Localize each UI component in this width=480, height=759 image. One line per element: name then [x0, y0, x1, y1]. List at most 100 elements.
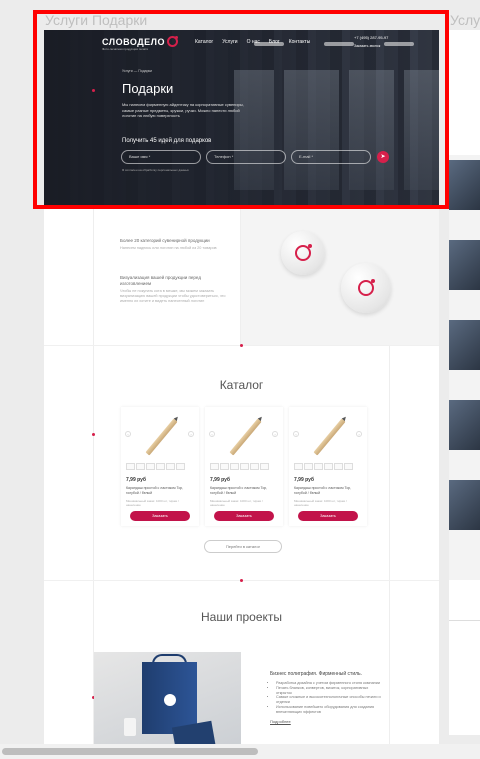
hero-background-image [404, 70, 439, 190]
logo-mark-icon [166, 36, 178, 47]
color-swatch[interactable] [304, 463, 313, 470]
hero-section: СЛОВОДЕЛО Фото‑печатная продукция печати… [44, 30, 439, 205]
artboard-services-gifts[interactable]: СЛОВОДЕЛО Фото‑печатная продукция печати… [44, 30, 439, 759]
project-bullets: Разработка дизайна с учетом фирменного с… [270, 681, 385, 715]
hero-background-image [284, 70, 339, 190]
artboard-title: Услуги Подарки [45, 12, 148, 28]
product-name[interactable]: Карандаш простой с ластиком Тор, голубой… [210, 486, 278, 495]
chevron-left-icon[interactable]: ‹ [209, 431, 215, 437]
list-item: Самые сложные и высокотехнологичные спос… [276, 695, 385, 705]
pencil-image [313, 418, 346, 456]
top-navigation: СЛОВОДЕЛО Фото‑печатная продукция печати… [44, 30, 439, 55]
color-swatches [294, 463, 353, 470]
email-input[interactable]: E-mail * [291, 150, 371, 164]
callback-link[interactable]: Заказать звонок [354, 44, 388, 48]
color-swatch[interactable] [260, 463, 269, 470]
nav-item-catalog[interactable]: Каталог [195, 39, 213, 45]
color-swatch[interactable] [344, 463, 353, 470]
arrow-right-icon: ➤ [380, 154, 386, 160]
page-title: Подарки [122, 81, 174, 96]
product-meta: Минимальный заказ: 1000 шт, тираж / нане… [126, 499, 179, 507]
pencil-image [229, 418, 262, 456]
more-link[interactable]: Подробнее [270, 719, 385, 724]
chevron-right-icon[interactable]: › [188, 431, 194, 437]
decor-dot [92, 433, 95, 436]
product-card[interactable]: ‹ › 7,99 руб Карандаш простой с ластиком… [121, 407, 199, 526]
color-swatch[interactable] [240, 463, 249, 470]
color-swatch[interactable] [156, 463, 165, 470]
logo-text: СЛОВОДЕЛО [102, 36, 165, 47]
project-description: Бизнес полиграфия. Фирменный стиль. Разр… [270, 671, 385, 724]
product-meta: Минимальный заказ: 1000 шт, тираж / нане… [294, 499, 347, 507]
nav-item-blog[interactable]: Блог [269, 39, 280, 45]
color-swatch[interactable] [250, 463, 259, 470]
product-meta: Минимальный заказ: 1000 шт, тираж / нане… [210, 499, 263, 507]
scrollbar-thumb[interactable] [2, 748, 258, 755]
color-swatch[interactable] [230, 463, 239, 470]
feature-text: Нанесем надпись или логотип на любой из … [120, 246, 217, 250]
name-input[interactable]: Ваше имя * [121, 150, 201, 164]
nav-item-about[interactable]: О нас [247, 39, 260, 45]
design-canvas: Услуги Подарки Услуги СЛОВОДЕЛО Фото‑ [0, 0, 480, 759]
nav-item-contacts[interactable]: Контакты [289, 39, 311, 45]
product-price: 7,99 руб [294, 477, 314, 483]
brand-logo-icon [164, 694, 176, 706]
product-card[interactable]: ‹ › 7,99 руб Карандаш простой с ластиком… [205, 407, 283, 526]
mug-image [281, 231, 325, 275]
lead-form-title: Получить 45 идей для подарков [122, 138, 212, 144]
header-contacts: +7 (495) 287-95-97 Заказать звонок [354, 35, 388, 48]
site-logo[interactable]: СЛОВОДЕЛО [102, 36, 178, 47]
color-swatch[interactable] [210, 463, 219, 470]
artboard2-photo [449, 240, 480, 290]
color-swatch[interactable] [294, 463, 303, 470]
phone-input[interactable]: Телефон * [206, 150, 286, 164]
cup-image [124, 718, 136, 736]
header-phone[interactable]: +7 (495) 287-95-97 [354, 35, 388, 40]
color-swatch[interactable] [136, 463, 145, 470]
color-swatch[interactable] [334, 463, 343, 470]
submit-button[interactable]: ➤ [377, 151, 389, 163]
order-button[interactable]: Заказать [130, 511, 190, 521]
color-swatch[interactable] [220, 463, 229, 470]
color-swatches [210, 463, 269, 470]
feature-title: Визуализация вашей продукции перед изгот… [120, 275, 201, 286]
color-swatches [126, 463, 185, 470]
product-card[interactable]: ‹ › 7,99 руб Карандаш простой с ластиком… [289, 407, 367, 526]
feature-text: Чтобы не покупать кота в мешке, мы можем… [120, 289, 226, 303]
consent-text[interactable]: Я согласен на обработку персональных дан… [122, 168, 189, 172]
artboard-services-2 [449, 30, 480, 735]
color-swatch[interactable] [146, 463, 155, 470]
project-image[interactable] [94, 652, 241, 759]
hero-description: Мы нанесем фирменную айдентику на корпор… [122, 102, 244, 118]
color-swatch[interactable] [166, 463, 175, 470]
brand-logo-icon [295, 244, 312, 261]
pencil-image [145, 418, 178, 456]
product-name[interactable]: Карандаш простой с ластиком Тор, голубой… [126, 486, 194, 495]
order-button[interactable]: Заказать [214, 511, 274, 521]
logo-subtitle: Фото‑печатная продукция печати [102, 47, 149, 51]
color-swatch[interactable] [126, 463, 135, 470]
go-to-catalog-button[interactable]: Перейти в каталог [204, 540, 282, 553]
artboard2-photo [449, 400, 480, 450]
hero-background-image [234, 70, 274, 190]
chevron-right-icon[interactable]: › [272, 431, 278, 437]
chevron-right-icon[interactable]: › [356, 431, 362, 437]
horizontal-scrollbar[interactable] [0, 744, 480, 759]
nav-item-services[interactable]: Услуги [222, 39, 237, 45]
chevron-left-icon[interactable]: ‹ [125, 431, 131, 437]
decor-dot [92, 89, 95, 92]
color-swatch[interactable] [324, 463, 333, 470]
artboard2-photo [449, 160, 480, 210]
color-swatch[interactable] [314, 463, 323, 470]
mugs-image [241, 206, 439, 345]
artboard2-photo [449, 320, 480, 370]
product-name[interactable]: Карандаш простой с ластиком Тор, голубой… [294, 486, 362, 495]
breadcrumb[interactable]: Услуги — Подарки [122, 69, 152, 73]
product-price: 7,99 руб [210, 477, 230, 483]
brand-logo-icon [358, 279, 375, 296]
order-button[interactable]: Заказать [298, 511, 358, 521]
chevron-left-icon[interactable]: ‹ [293, 431, 299, 437]
color-swatch[interactable] [176, 463, 185, 470]
list-item: Использование новейшего оборудования для… [276, 705, 385, 715]
product-price: 7,99 руб [126, 477, 146, 483]
